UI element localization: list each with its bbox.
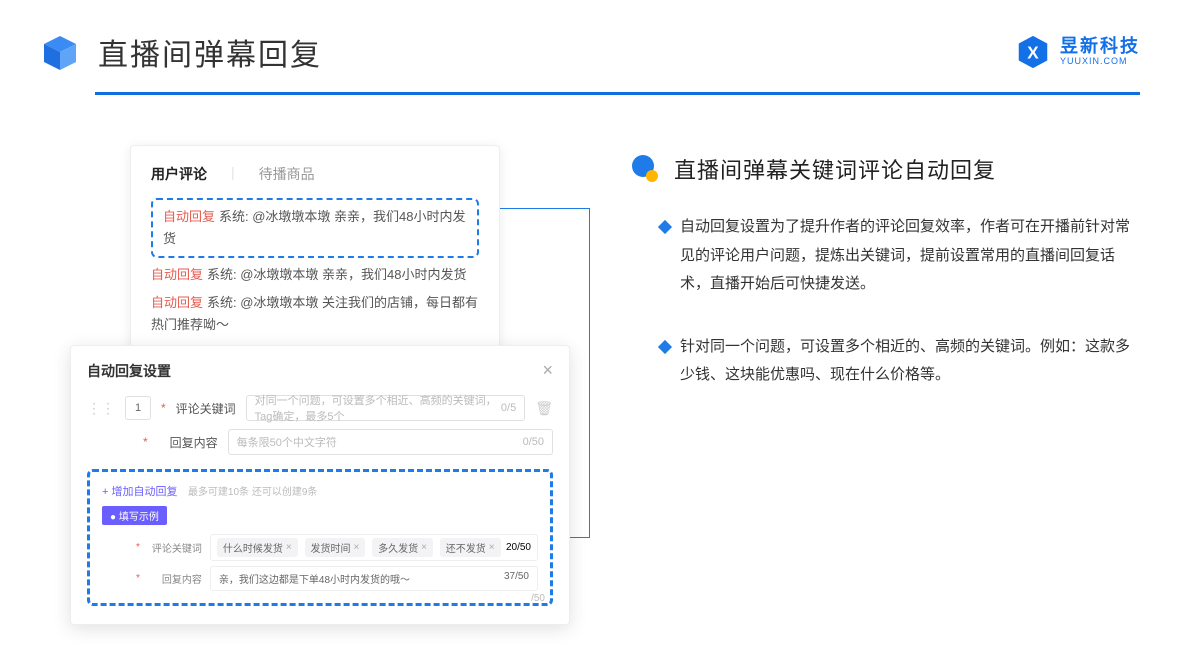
modal-title: 自动回复设置: [87, 361, 171, 381]
keyword-count: 0/5: [501, 402, 516, 414]
diamond-bullet-icon: [658, 220, 672, 234]
comment-item: 自动回复系统: @冰墩墩本墩 关注我们的店铺，每日都有热门推荐呦～: [151, 292, 479, 336]
comment-item-highlighted: 自动回复系统: @冰墩墩本墩 亲亲，我们48小时内发货: [151, 198, 479, 258]
example-section: + 增加自动回复 最多可建10条 还可以创建9条 ● 填写示例 * 评论关键词 …: [87, 469, 553, 606]
brand-hex-icon: X: [1014, 33, 1052, 71]
cube-icon: [40, 32, 80, 72]
auto-reply-label: 自动回复: [151, 295, 203, 310]
example-content-label: 回复内容: [148, 571, 202, 586]
comment-item: 自动回复系统: @冰墩墩本墩 亲亲，我们48小时内发货: [151, 264, 479, 286]
content-label: 回复内容: [158, 434, 218, 451]
tag-item[interactable]: 多久发货×: [372, 538, 433, 557]
bullet-item: 自动回复设置为了提升作者的评论回复效率，作者可在开播前针对常见的评论用户问题，提…: [660, 213, 1140, 299]
keyword-label: 评论关键词: [176, 400, 236, 417]
bullet-text: 自动回复设置为了提升作者的评论回复效率，作者可在开播前针对常见的评论用户问题，提…: [680, 213, 1140, 299]
section-title: 直播间弹幕关键词评论自动回复: [674, 153, 996, 185]
tag-item[interactable]: 发货时间×: [305, 538, 366, 557]
content-count: 0/50: [523, 436, 544, 448]
comments-panel: 用户评论 | 待播商品 自动回复系统: @冰墩墩本墩 亲亲，我们48小时内发货 …: [130, 145, 500, 365]
example-badge: ● 填写示例: [102, 506, 167, 525]
example-tag-count: 20/50: [506, 542, 531, 553]
required-mark: *: [161, 401, 166, 415]
add-auto-reply-link[interactable]: + 增加自动回复: [102, 486, 177, 498]
content-placeholder: 每条限50个中文字符: [237, 434, 337, 450]
add-hint: 最多可建10条 还可以创建9条: [188, 487, 317, 498]
diamond-bullet-icon: [658, 339, 672, 353]
tag-item[interactable]: 还不发货×: [440, 538, 501, 557]
required-mark: *: [136, 573, 140, 584]
auto-reply-settings-modal: 自动回复设置 × ⋮⋮ 1 * 评论关键词 对同一个问题，可设置多个相近、高频的…: [70, 345, 570, 625]
comment-text: 系统: @冰墩墩本墩 亲亲，我们48小时内发货: [207, 267, 467, 282]
tag-item[interactable]: 什么时候发货×: [217, 538, 298, 557]
page-title: 直播间弹幕回复: [98, 30, 322, 74]
auto-reply-label: 自动回复: [151, 267, 203, 282]
chat-bubble-icon: [630, 154, 660, 184]
close-icon[interactable]: ×: [542, 360, 553, 381]
auto-reply-label: 自动回复: [163, 209, 215, 224]
tab-pending-products[interactable]: 待播商品: [259, 164, 315, 184]
trash-icon[interactable]: 🗑: [535, 400, 553, 417]
keyword-input[interactable]: 对同一个问题，可设置多个相近、高频的关键词，Tag确定，最多5个 0/5: [246, 395, 526, 421]
drag-handle-icon[interactable]: ⋮⋮: [87, 400, 115, 417]
keyword-placeholder: 对同一个问题，可设置多个相近、高频的关键词，Tag确定，最多5个: [255, 392, 501, 424]
stray-count: /50: [531, 593, 545, 604]
tab-user-comments[interactable]: 用户评论: [151, 164, 207, 184]
example-keyword-tags[interactable]: 什么时候发货× 发货时间× 多久发货× 还不发货× 20/50: [210, 534, 538, 561]
brand-name-cn: 昱新科技: [1060, 37, 1140, 57]
example-content-count: 37/50: [504, 571, 529, 586]
rule-index: 1: [125, 396, 151, 420]
brand-name-en: YUUXIN.COM: [1060, 57, 1140, 67]
bullet-item: 针对同一个问题，可设置多个相近的、高频的关键词。例如：这款多少钱、这块能优惠吗、…: [660, 333, 1140, 390]
brand-logo-block: X 昱新科技 YUUXIN.COM: [1014, 33, 1140, 71]
example-keyword-label: 评论关键词: [148, 540, 202, 555]
tab-separator: |: [231, 164, 235, 184]
required-mark: *: [143, 435, 148, 449]
example-content-text: 亲，我们这边都是下单48小时内发货的哦～: [219, 571, 410, 586]
svg-text:X: X: [1027, 44, 1039, 63]
bullet-text: 针对同一个问题，可设置多个相近的、高频的关键词。例如：这款多少钱、这块能优惠吗、…: [680, 333, 1140, 390]
required-mark: *: [136, 542, 140, 553]
example-content-input[interactable]: 亲，我们这边都是下单48小时内发货的哦～ 37/50: [210, 566, 538, 591]
content-input[interactable]: 每条限50个中文字符 0/50: [228, 429, 553, 455]
